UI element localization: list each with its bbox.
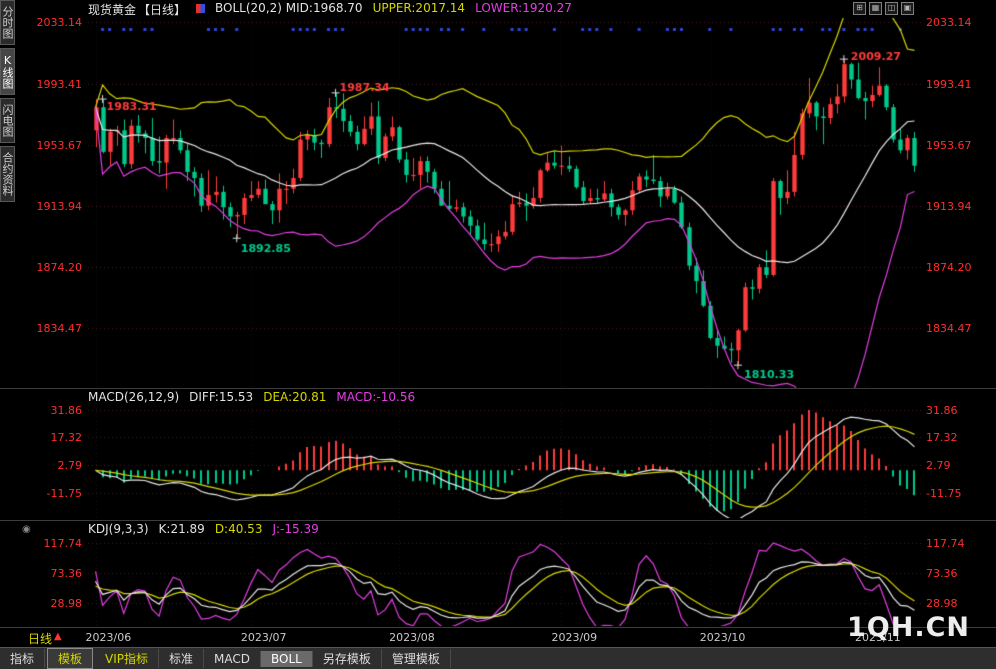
kdj-params: KDJ(9,3,3): [88, 522, 149, 536]
watermark: 1QH.CN: [847, 612, 970, 643]
grid-layout-icon[interactable]: ⊞: [853, 2, 866, 15]
period-label: 日线: [28, 630, 52, 647]
sidebar-item-time-chart[interactable]: 分时图: [0, 0, 15, 45]
boll-lower-value: LOWER:1920.27: [475, 1, 572, 16]
mini-chart-icon[interactable]: [196, 4, 205, 13]
kdj-k-value: K:21.89: [159, 522, 205, 536]
bottom-toolbar: 指标 模板 VIP指标 标准 MACD BOLL 另存模板 管理模板: [0, 647, 996, 669]
macd-dea-value: DEA:20.81: [263, 390, 326, 404]
chart-header: 现货黄金 【日线】 BOLL(20,2) MID:1968.70 UPPER:2…: [88, 1, 572, 16]
tab-standard[interactable]: 标准: [159, 649, 204, 668]
tab-macd[interactable]: MACD: [204, 651, 261, 667]
layout-buttons: ⊞ ▦ ◫ ▣: [853, 2, 914, 15]
tab-vip-indicators[interactable]: VIP指标: [95, 649, 159, 668]
trading-app-window: 分时图 K线图 闪电图 合约资料 现货黄金 【日线】 BOLL(20,2) MI…: [0, 0, 996, 669]
left-sidebar: 分时图 K线图 闪电图 合约资料: [0, 0, 16, 202]
instrument-name[interactable]: 现货黄金: [88, 1, 136, 16]
tab-indicators[interactable]: 指标: [0, 649, 45, 668]
sidebar-item-kline-chart[interactable]: K线图: [0, 48, 15, 95]
split-view-icon[interactable]: ◫: [885, 2, 898, 15]
price-chart-canvas[interactable]: [0, 0, 996, 669]
tab-boll[interactable]: BOLL: [261, 651, 313, 667]
multi-pane-icon[interactable]: ▦: [869, 2, 882, 15]
boll-upper-value: UPPER:2017.14: [373, 1, 465, 16]
panel-divider: [0, 520, 996, 521]
kdj-j-value: J:-15.39: [272, 522, 318, 536]
sidebar-item-contract-info[interactable]: 合约资料: [0, 146, 15, 202]
macd-header: MACD(26,12,9) DIFF:15.53 DEA:20.81 MACD:…: [88, 390, 415, 404]
kdj-d-value: D:40.53: [215, 522, 263, 536]
dropdown-arrow-icon: ▲: [54, 630, 62, 647]
maximize-icon[interactable]: ▣: [901, 2, 914, 15]
period-selector[interactable]: 日线 ▲: [28, 630, 62, 647]
manage-template-button[interactable]: 管理模板: [382, 649, 451, 668]
sidebar-item-lightning-chart[interactable]: 闪电图: [0, 98, 15, 143]
panel-divider: [0, 388, 996, 389]
tab-templates[interactable]: 模板: [47, 648, 93, 669]
save-template-button[interactable]: 另存模板: [313, 649, 382, 668]
macd-params: MACD(26,12,9): [88, 390, 179, 404]
macd-hist-value: MACD:-10.56: [336, 390, 415, 404]
indicator-bullet-icon[interactable]: ◉: [22, 524, 31, 535]
macd-diff-value: DIFF:15.53: [189, 390, 253, 404]
period-tag[interactable]: 【日线】: [138, 1, 186, 16]
boll-mid-value: BOLL(20,2) MID:1968.70: [215, 1, 363, 16]
kdj-header: KDJ(9,3,3) K:21.89 D:40.53 J:-15.39: [88, 522, 319, 536]
